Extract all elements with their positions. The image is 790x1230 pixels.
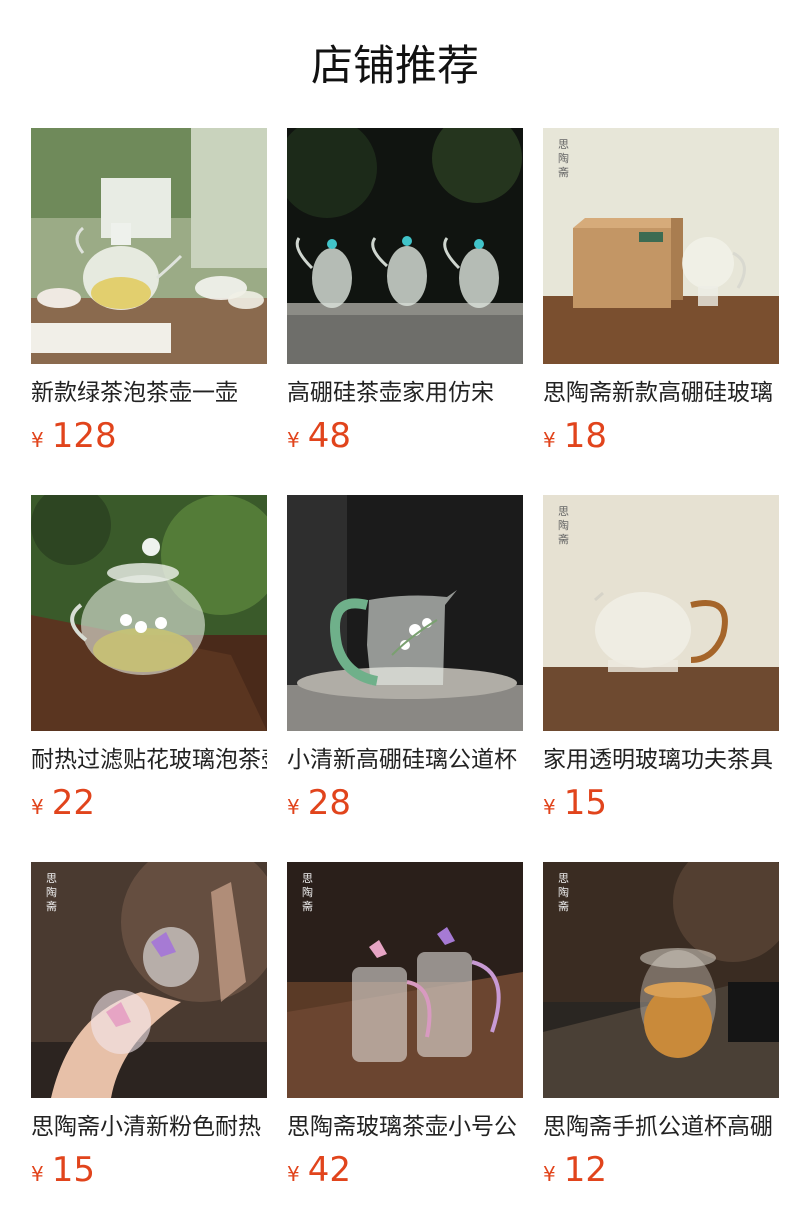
product-name[interactable]: 高硼硅茶壶家用仿宋 — [287, 376, 523, 412]
currency-symbol: ¥ — [287, 795, 300, 819]
product-name[interactable]: 家用透明玻璃功夫茶具 — [543, 743, 779, 779]
product-name[interactable]: 思陶斋新款高硼硅玻璃 — [543, 376, 779, 412]
svg-text:陶: 陶 — [302, 885, 313, 899]
product-image[interactable] — [31, 128, 267, 364]
product-name[interactable]: 新款绿茶泡茶壶一壶 — [31, 376, 267, 412]
currency-symbol: ¥ — [543, 428, 556, 452]
price-amount: 42 — [307, 1150, 351, 1190]
product-card[interactable]: 新款绿茶泡茶壶一壶 ¥128 — [31, 128, 267, 458]
svg-text:思: 思 — [558, 505, 569, 518]
price-amount: 128 — [51, 416, 117, 456]
svg-text:斋: 斋 — [302, 899, 313, 913]
svg-text:斋: 斋 — [558, 165, 569, 179]
product-price: ¥22 — [31, 781, 95, 825]
svg-text:斋: 斋 — [46, 899, 57, 913]
product-price: ¥128 — [31, 414, 117, 458]
product-price: ¥48 — [287, 414, 351, 458]
product-image[interactable]: 思 陶 斋 — [31, 862, 267, 1098]
product-price: ¥15 — [31, 1148, 95, 1192]
currency-symbol: ¥ — [543, 795, 556, 819]
product-image[interactable] — [287, 128, 523, 364]
price-amount: 15 — [51, 1150, 95, 1190]
currency-symbol: ¥ — [543, 1162, 556, 1186]
product-card[interactable]: 思 陶 斋 家用透明玻璃功夫茶具 ¥15 — [543, 495, 779, 825]
product-price: ¥12 — [543, 1148, 607, 1192]
currency-symbol: ¥ — [31, 428, 44, 452]
price-amount: 28 — [307, 783, 351, 823]
product-name[interactable]: 思陶斋手抓公道杯高硼 — [543, 1110, 779, 1146]
product-price: ¥15 — [543, 781, 607, 825]
svg-text:思: 思 — [558, 138, 569, 151]
svg-text:思: 思 — [46, 872, 57, 885]
currency-symbol: ¥ — [31, 795, 44, 819]
product-card[interactable]: 耐热过滤贴花玻璃泡茶壶 ¥22 — [31, 495, 267, 825]
product-name[interactable]: 思陶斋玻璃茶壶小号公 — [287, 1110, 523, 1146]
product-price: ¥42 — [287, 1148, 351, 1192]
svg-text:斋: 斋 — [558, 899, 569, 913]
product-card[interactable]: 思 陶 斋 思陶斋小清新粉色耐热 ¥15 — [31, 862, 267, 1192]
product-image[interactable]: 思 陶 斋 — [287, 862, 523, 1098]
product-image[interactable] — [287, 495, 523, 731]
page-title: 店铺推荐 — [310, 41, 479, 90]
svg-text:陶: 陶 — [558, 151, 569, 165]
svg-text:陶: 陶 — [46, 885, 57, 899]
product-name[interactable]: 耐热过滤贴花玻璃泡茶壶 — [31, 743, 267, 779]
product-card[interactable]: 思 陶 斋 思陶斋手抓公道杯高硼 ¥12 — [543, 862, 779, 1192]
price-amount: 48 — [307, 416, 351, 456]
product-image[interactable]: 思 陶 斋 — [543, 862, 779, 1098]
svg-text:陶: 陶 — [558, 885, 569, 899]
svg-text:斋: 斋 — [558, 532, 569, 546]
price-amount: 12 — [563, 1150, 607, 1190]
currency-symbol: ¥ — [287, 428, 300, 452]
product-price: ¥28 — [287, 781, 351, 825]
svg-text:陶: 陶 — [558, 518, 569, 532]
product-card[interactable]: 思 陶 斋 思陶斋玻璃茶壶小号公 ¥42 — [287, 862, 523, 1192]
svg-text:思: 思 — [302, 872, 313, 885]
product-card[interactable]: 思 陶 斋 思陶斋新款高硼硅玻璃 ¥18 — [543, 128, 779, 458]
product-image[interactable]: 思 陶 斋 — [543, 128, 779, 364]
product-name[interactable]: 思陶斋小清新粉色耐热 — [31, 1110, 267, 1146]
svg-text:思: 思 — [558, 872, 569, 885]
product-name[interactable]: 小清新高硼硅璃公道杯 — [287, 743, 523, 779]
currency-symbol: ¥ — [287, 1162, 300, 1186]
price-amount: 18 — [563, 416, 607, 456]
product-price: ¥18 — [543, 414, 607, 458]
currency-symbol: ¥ — [31, 1162, 44, 1186]
product-card[interactable]: 高硼硅茶壶家用仿宋 ¥48 — [287, 128, 523, 458]
price-amount: 15 — [563, 783, 607, 823]
product-card[interactable]: 小清新高硼硅璃公道杯 ¥28 — [287, 495, 523, 825]
product-image[interactable]: 思 陶 斋 — [543, 495, 779, 731]
product-image[interactable] — [31, 495, 267, 731]
price-amount: 22 — [51, 783, 95, 823]
